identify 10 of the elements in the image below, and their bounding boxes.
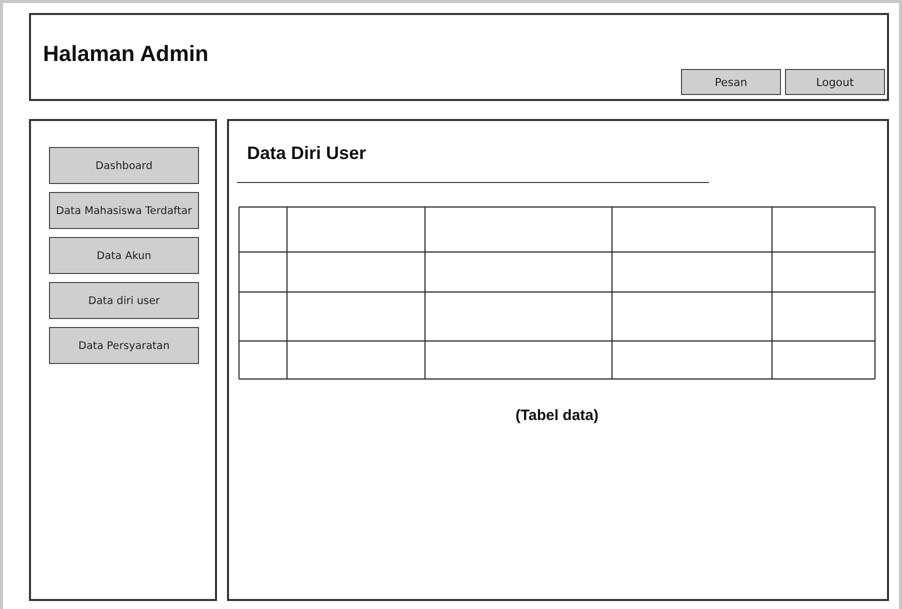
header-button[interactable]: Logout — [785, 69, 885, 95]
sidebar-button[interactable]: Data diri user — [49, 282, 199, 319]
section-title: Data Diri User — [247, 143, 368, 164]
header-button[interactable]: Pesan — [681, 69, 781, 95]
sidebar-button[interactable]: Dashboard — [49, 147, 199, 184]
sidebar-button[interactable]: Data Mahasiswa Terdaftar — [49, 192, 199, 229]
page-title: Halaman Admin — [43, 41, 210, 67]
sidebar-button[interactable]: Data Akun — [49, 237, 199, 274]
sidebar-button[interactable]: Data Persyaratan — [49, 327, 199, 364]
table-caption: (Tabel data) — [514, 407, 600, 424]
